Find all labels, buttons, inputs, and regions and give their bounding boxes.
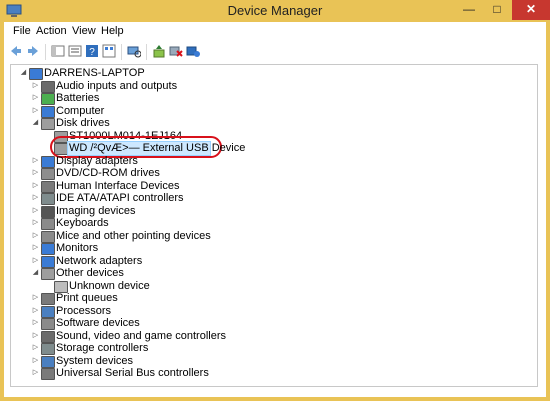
help-icon[interactable]: ?	[85, 44, 99, 58]
expand-arrow-icon[interactable]: ▷	[31, 156, 40, 165]
tree-item-label: System devices	[56, 354, 134, 367]
cpu-icon	[41, 305, 55, 318]
warning-icon	[54, 280, 68, 293]
expand-arrow-icon[interactable]: ▷	[31, 193, 40, 202]
unknown-icon	[41, 268, 55, 280]
details-icon[interactable]	[102, 44, 116, 58]
expand-arrow-icon[interactable]: ▷	[31, 168, 40, 177]
expand-arrow-icon[interactable]: ▷	[31, 93, 40, 102]
tree-item-label: Keyboards	[56, 217, 109, 229]
expand-arrow-icon[interactable]: ▷	[31, 293, 40, 302]
menu-file[interactable]: File	[13, 25, 31, 37]
tree-item-label: Mice and other pointing devices	[56, 229, 211, 242]
dvd-icon	[41, 168, 55, 180]
tree-item-label: Computer	[56, 104, 105, 117]
collapse-arrow-icon[interactable]: ◢	[31, 268, 40, 277]
forward-icon[interactable]	[26, 44, 40, 58]
computer-icon	[41, 105, 55, 118]
speaker-icon	[41, 330, 55, 343]
expand-arrow-icon[interactable]: ▷	[31, 243, 40, 252]
tree-item-label: Network adapters	[56, 254, 143, 267]
tree-item-label: DVD/CD-ROM drives	[56, 167, 160, 179]
device-tree[interactable]: ◢ DARRENS-LAPTOP ▷ Audio inputs and outputs…	[10, 64, 538, 387]
tree-item-label: Processors	[56, 304, 112, 317]
update-driver-icon[interactable]	[152, 44, 166, 58]
disk-icon	[41, 118, 55, 130]
monitor-icon	[41, 155, 55, 168]
system-icon	[41, 355, 55, 368]
toolbar: ?	[4, 41, 546, 64]
tree-item-label: Batteries	[56, 92, 100, 104]
menu-bar: File Action View Help	[4, 22, 546, 41]
maximize-button[interactable]: □	[484, 0, 510, 20]
tree-item-label: DARRENS-LAPTOP	[44, 67, 145, 79]
properties-pane-icon[interactable]	[51, 44, 65, 58]
tree-item-label: Imaging devices	[56, 204, 136, 217]
printer-icon	[41, 293, 55, 305]
tree-item-label: Print queues	[56, 292, 118, 304]
tree-item-label: Audio inputs and outputs	[56, 79, 178, 92]
tree-item-label: WD /²QvÆ>— External USB Device	[69, 142, 246, 154]
menu-action[interactable]: Action	[36, 25, 67, 37]
expand-arrow-icon[interactable]: ▷	[31, 218, 40, 227]
tree-item-label: Storage controllers	[56, 342, 149, 354]
hid-icon	[41, 180, 55, 193]
toolbar-separator	[121, 44, 122, 60]
tree-item-label: Disk drives	[56, 117, 110, 129]
menu-view[interactable]: View	[72, 25, 96, 37]
controller-icon	[41, 343, 55, 355]
controller-icon	[41, 193, 55, 205]
tree-item-label: Monitors	[56, 242, 99, 254]
root-icon	[29, 68, 43, 80]
battery-icon	[41, 93, 55, 105]
collapse-arrow-icon[interactable]: ◢	[31, 118, 40, 127]
client-area: ◢ DARRENS-LAPTOP ▷ Audio inputs and outputs…	[4, 63, 546, 397]
uninstall-device-icon[interactable]	[186, 44, 200, 58]
disable-device-icon[interactable]	[169, 44, 183, 58]
tree-item-label: Other devices	[56, 267, 124, 279]
network-icon	[41, 255, 55, 268]
monitor-icon	[41, 243, 55, 255]
keyboard-icon	[41, 218, 55, 230]
svg-text:?: ?	[89, 47, 95, 58]
toolbar-separator	[146, 44, 147, 60]
scan-hardware-icon[interactable]	[127, 44, 141, 58]
status-bar	[4, 389, 546, 397]
collapse-arrow-icon[interactable]: ◢	[19, 68, 28, 77]
menu-help[interactable]: Help	[101, 25, 124, 37]
list-view-icon[interactable]	[68, 44, 82, 58]
tree-item-label: Display adapters	[56, 154, 138, 167]
tree-item-label: Software devices	[56, 317, 140, 329]
tree-item-label: Sound, video and game controllers	[56, 329, 226, 342]
mouse-icon	[41, 230, 55, 243]
expand-arrow-icon[interactable]: ▷	[31, 181, 40, 190]
expand-arrow-icon[interactable]: ▷	[31, 206, 40, 215]
tree-item-label: Unknown device	[69, 279, 150, 292]
software-icon	[41, 318, 55, 330]
title-bar: Device Manager — □ ✕	[0, 0, 550, 22]
expand-arrow-icon[interactable]: ▷	[31, 356, 40, 365]
expand-arrow-icon[interactable]: ▷	[31, 331, 40, 340]
expand-arrow-icon[interactable]: ▷	[31, 368, 40, 377]
tree-item-label: Human Interface Devices	[56, 179, 180, 192]
expand-arrow-icon[interactable]: ▷	[31, 256, 40, 265]
speaker-icon	[41, 80, 55, 93]
toolbar-separator	[45, 44, 46, 60]
expand-arrow-icon[interactable]: ▷	[31, 306, 40, 315]
close-button[interactable]: ✕	[512, 0, 550, 20]
expand-arrow-icon[interactable]: ▷	[31, 106, 40, 115]
minimize-button[interactable]: —	[456, 0, 482, 20]
expand-arrow-icon[interactable]: ▷	[31, 343, 40, 352]
tree-item-label: IDE ATA/ATAPI controllers	[56, 192, 184, 204]
expand-arrow-icon[interactable]: ▷	[31, 318, 40, 327]
expand-arrow-icon[interactable]: ▷	[31, 81, 40, 90]
tree-item-label: Universal Serial Bus controllers	[56, 367, 209, 379]
back-icon[interactable]	[9, 44, 23, 58]
expand-arrow-icon[interactable]: ▷	[31, 231, 40, 240]
camera-icon	[41, 205, 55, 218]
usb-icon	[41, 368, 55, 380]
